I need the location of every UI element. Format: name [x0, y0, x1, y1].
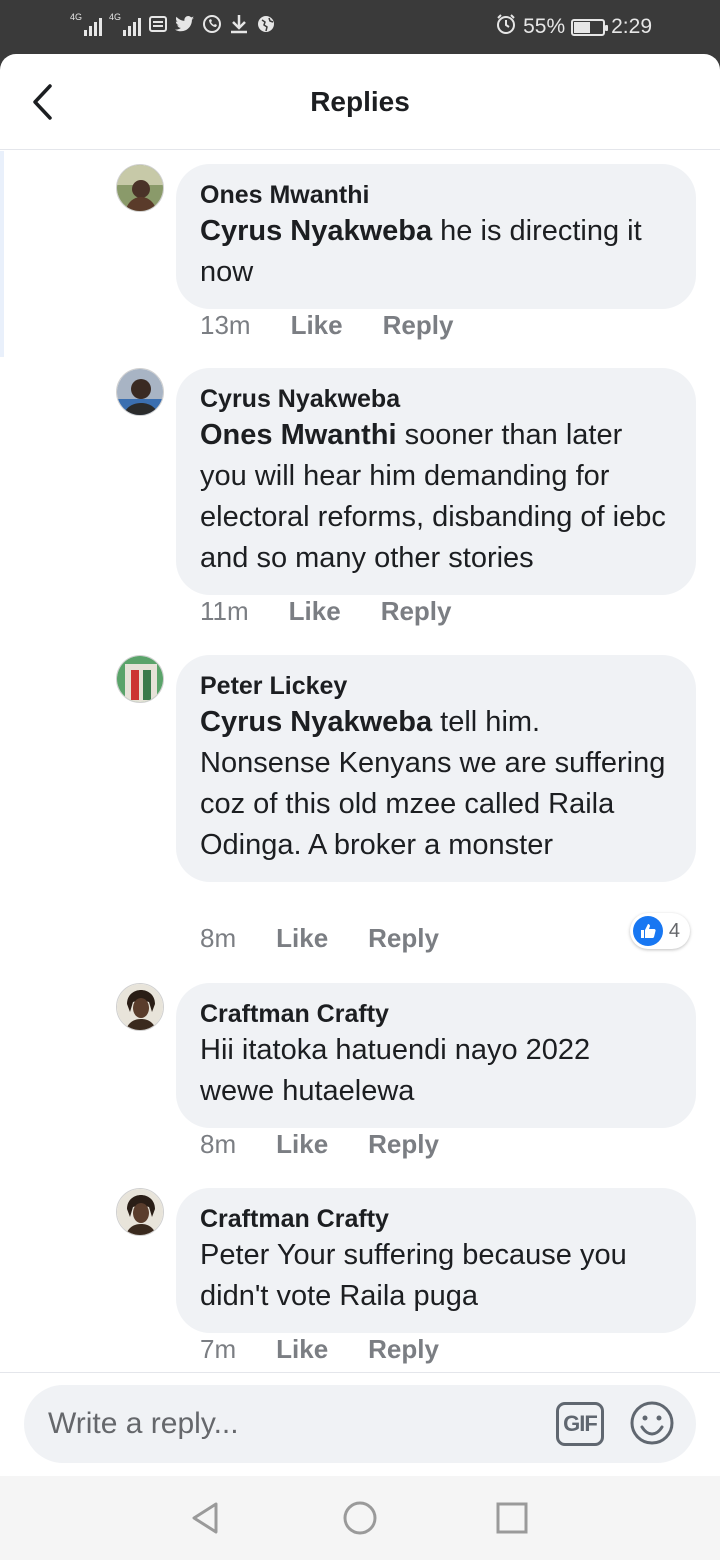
like-button[interactable]: Like [289, 596, 341, 627]
system-nav-bar [0, 1476, 720, 1560]
page-title: Replies [310, 86, 410, 117]
reply-button[interactable]: Reply [368, 1129, 439, 1160]
thread-line [0, 151, 4, 357]
battery-level [574, 21, 590, 33]
signal-icon: 4G [109, 12, 141, 36]
globe-icon [256, 14, 276, 34]
comment-text: Peter Your suffering because you didn't … [200, 1239, 627, 1312]
avatar[interactable] [116, 368, 164, 416]
network-type: 4G [109, 12, 122, 22]
battery-icon [571, 18, 609, 36]
replies-sheet: Replies Ones Mwanthi Cyrus Nyakweba he i… [0, 54, 720, 1560]
gif-button[interactable]: GIF [556, 1402, 604, 1446]
timestamp: 11m [200, 596, 249, 626]
timestamp: 8m [200, 1129, 237, 1159]
status-icons-left: 4G 4G [70, 12, 276, 36]
comment-actions: 8m Like Reply [200, 1129, 439, 1160]
like-reaction-icon [632, 916, 663, 946]
alarm-icon [495, 13, 517, 41]
reply-composer: Write a reply... GIF [0, 1372, 720, 1476]
comment-text: Cyrus Nyakweba he is directing it now [200, 211, 672, 293]
reply-button[interactable]: Reply [383, 310, 454, 341]
comment-actions: 11m Like Reply [200, 596, 452, 627]
signal-icon: 4G [70, 12, 102, 36]
like-button[interactable]: Like [276, 1129, 328, 1160]
gif-icon: GIF [563, 1411, 598, 1436]
avatar[interactable] [116, 983, 164, 1031]
reply-placeholder: Write a reply... [48, 1407, 239, 1440]
comment-author[interactable]: Craftman Crafty [200, 998, 672, 1030]
reply-button[interactable]: Reply [381, 596, 452, 627]
avatar[interactable] [116, 1188, 164, 1236]
mention[interactable]: Ones Mwanthi [200, 419, 397, 451]
emoji-icon[interactable] [628, 1399, 676, 1447]
avatar[interactable] [116, 655, 164, 703]
like-button[interactable]: Like [291, 310, 343, 341]
status-icons-right: 55% 2:29 [495, 13, 652, 41]
timestamp: 8m [200, 923, 237, 953]
status-bar: 4G 4G 55% 2:29 [0, 0, 720, 54]
avatar[interactable] [116, 164, 164, 212]
timestamp: 13m [200, 310, 251, 340]
battery-percent: 55% [523, 15, 566, 38]
comment-text: Cyrus Nyakweba tell him. Nonsense Kenyan… [200, 702, 672, 866]
nav-back-icon[interactable] [188, 1500, 224, 1536]
mention[interactable]: Cyrus Nyakweba [200, 215, 432, 247]
comment-text: Ones Mwanthi sooner than later you will … [200, 415, 672, 579]
reply-button[interactable]: Reply [368, 1334, 439, 1365]
comment-bubble[interactable]: Cyrus Nyakweba Ones Mwanthi sooner than … [176, 368, 696, 595]
reply-input[interactable]: Write a reply... GIF [24, 1385, 696, 1463]
comment: Ones Mwanthi Cyrus Nyakweba he is direct… [116, 164, 696, 354]
nav-home-icon[interactable] [342, 1500, 378, 1536]
reaction-badge[interactable]: 4 [629, 913, 690, 949]
comment-actions: 7m Like Reply [200, 1334, 439, 1365]
whatsapp-icon [202, 14, 222, 34]
network-type: 4G [70, 12, 83, 22]
comment: Cyrus Nyakweba Ones Mwanthi sooner than … [116, 368, 696, 638]
timestamp: 7m [200, 1334, 237, 1364]
like-button[interactable]: Like [276, 923, 328, 954]
comment-text: Hii itatoka hatuendi nayo 2022 wewe huta… [200, 1034, 591, 1107]
comment-author[interactable]: Cyrus Nyakweba [200, 383, 672, 415]
comment: Craftman Crafty Hii itatoka hatuendi nay… [116, 983, 696, 1173]
like-button[interactable]: Like [276, 1334, 328, 1365]
comment-author[interactable]: Ones Mwanthi [200, 179, 672, 211]
comment-author[interactable]: Peter Lickey [200, 670, 672, 702]
comment: Craftman Crafty Peter Your suffering bec… [116, 1188, 696, 1378]
comment-bubble[interactable]: Craftman Crafty Hii itatoka hatuendi nay… [176, 983, 696, 1128]
reaction-count: 4 [668, 919, 680, 942]
comment-bubble[interactable]: Peter Lickey Cyrus Nyakweba tell him. No… [176, 655, 696, 882]
comment-author[interactable]: Craftman Crafty [200, 1203, 672, 1235]
comment-bubble[interactable]: Ones Mwanthi Cyrus Nyakweba he is direct… [176, 164, 696, 309]
clock: 2:29 [611, 15, 652, 38]
nav-recents-icon[interactable] [494, 1500, 530, 1536]
message-icon [148, 14, 168, 34]
comment: Peter Lickey Cyrus Nyakweba tell him. No… [116, 655, 696, 965]
comment-bubble[interactable]: Craftman Crafty Peter Your suffering bec… [176, 1188, 696, 1333]
mention[interactable]: Cyrus Nyakweba [200, 706, 432, 738]
twitter-icon [175, 14, 195, 34]
comment-actions: 13m Like Reply [200, 310, 453, 341]
header: Replies [0, 54, 720, 150]
download-icon [229, 14, 249, 34]
reply-button[interactable]: Reply [368, 923, 439, 954]
comment-actions: 8m Like Reply [200, 923, 439, 954]
